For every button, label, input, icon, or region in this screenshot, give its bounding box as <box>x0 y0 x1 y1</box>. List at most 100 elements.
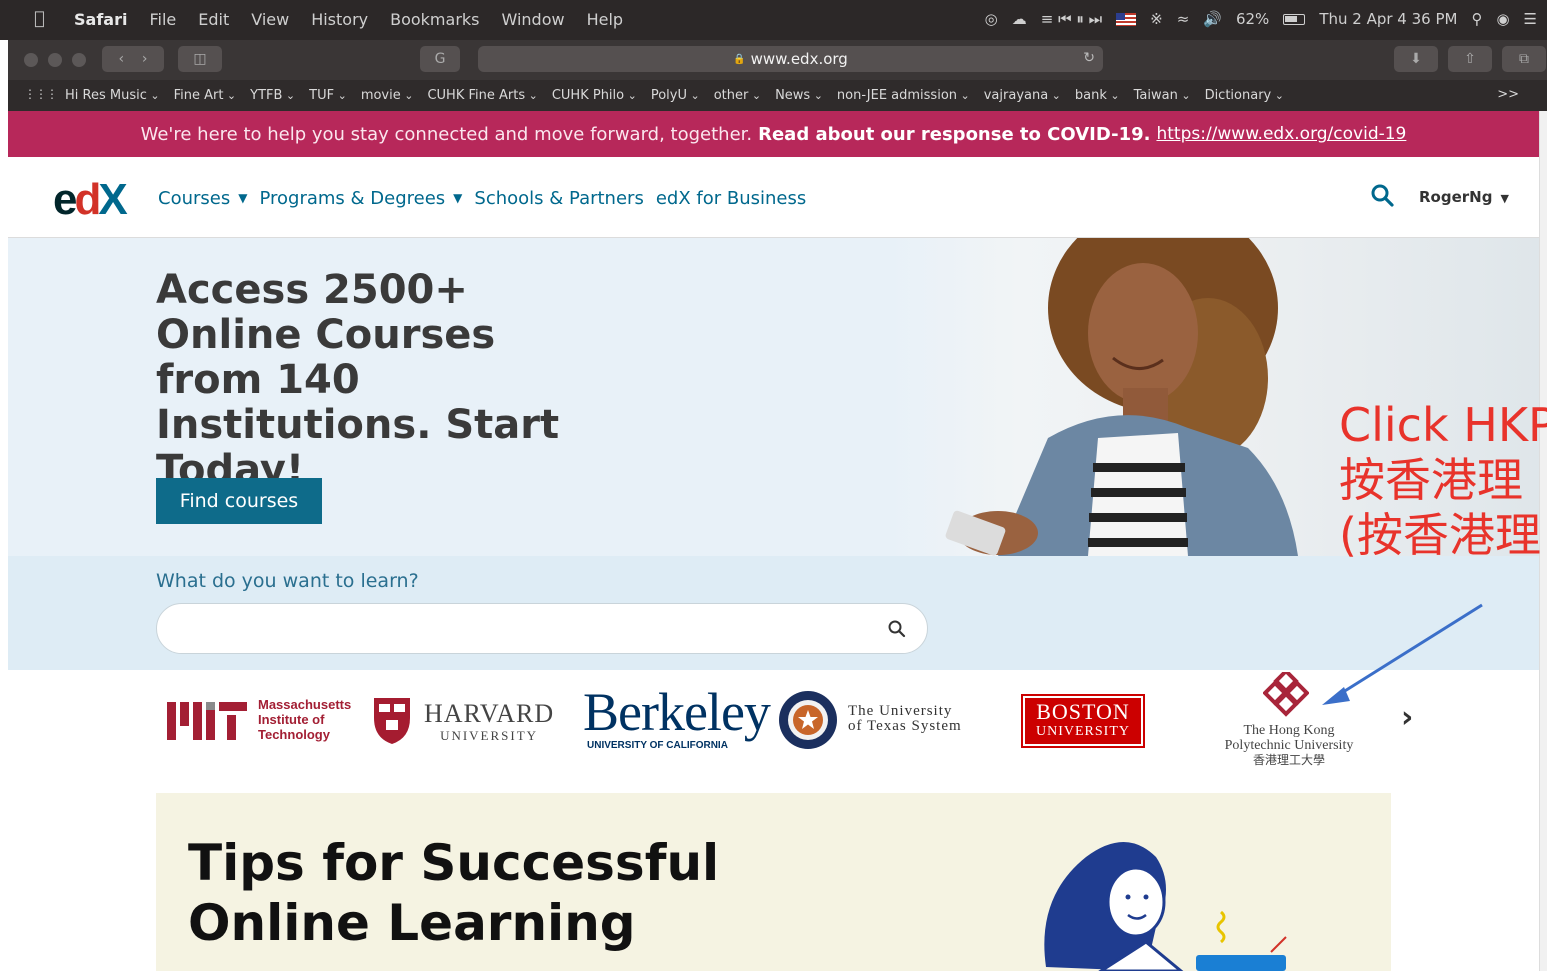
main-nav: Courses ▼ Programs & Degrees ▼ Schools & P… <box>158 188 806 209</box>
window-zoom-button[interactable] <box>72 53 86 67</box>
annotation-arrow-icon <box>1322 603 1483 705</box>
berkeley-logo[interactable]: Berkeley UNIVERSITY OF CALIFORNIA <box>583 682 771 751</box>
annotation-line1: Click HKP <box>1339 398 1547 452</box>
media-controls-icon[interactable]: ≡ ⏮ ⏸ ⏭ <box>1041 10 1102 28</box>
menu-file[interactable]: File <box>149 10 176 29</box>
grammarly-extension-icon[interactable]: G <box>420 46 460 72</box>
show-favorites-grid-icon[interactable]: ⋮⋮⋮ <box>24 87 58 101</box>
url-text[interactable]: www.edx.org <box>751 50 848 68</box>
favorite-folder[interactable]: Fine Art <box>174 88 237 103</box>
menu-window[interactable]: Window <box>502 10 565 29</box>
bu-sub: UNIVERSITY <box>1036 724 1130 739</box>
favorite-folder[interactable]: Taiwan <box>1134 88 1191 103</box>
user-menu[interactable]: RogerNg ▼ <box>1419 188 1509 206</box>
hkpu-chinese-name: 香港理工大學 <box>1252 753 1325 767</box>
search-icon[interactable] <box>1370 183 1394 207</box>
apple-menu-icon[interactable]:  <box>34 8 45 29</box>
covid-banner-link[interactable]: https://www.edx.org/covid-19 <box>1156 124 1406 144</box>
clock[interactable]: Thu 2 Apr 4 36 PM <box>1319 10 1457 28</box>
menu-bookmarks[interactable]: Bookmarks <box>390 10 479 29</box>
status-app-icon[interactable]: ◎ <box>985 10 998 28</box>
nav-programs[interactable]: Programs & Degrees ▼ <box>259 188 462 209</box>
app-menus: Safari File Edit View History Bookmarks … <box>74 10 623 29</box>
downloads-icon[interactable]: ⬇ <box>1394 46 1438 72</box>
favorite-folder[interactable]: Dictionary <box>1205 88 1284 103</box>
back-forward-buttons[interactable]: ‹ › <box>102 46 164 72</box>
battery-percent[interactable]: 62% <box>1236 10 1269 28</box>
ut-system-seal-icon[interactable] <box>778 690 838 750</box>
ut-system-logo-text[interactable]: The University of Texas System <box>848 704 962 734</box>
find-courses-button[interactable]: Find courses <box>156 478 322 524</box>
reload-icon[interactable]: ↻ <box>1083 50 1095 66</box>
hkpu-line2: Polytechnic University <box>1224 738 1354 753</box>
cloud-icon[interactable]: ☁ <box>1012 10 1027 28</box>
nav-schools-partners[interactable]: Schools & Partners <box>474 188 643 209</box>
berkeley-name: Berkeley <box>583 682 771 742</box>
favorite-folder[interactable]: Hi Res Music <box>65 88 160 103</box>
woman-with-laptop-illustration <box>1044 842 1287 971</box>
input-source-flag-icon[interactable] <box>1116 12 1137 26</box>
site-header: edX Courses ▼ Programs & Degrees ▼ Schools… <box>8 157 1539 238</box>
favorites-overflow-button[interactable]: >> <box>1497 87 1519 102</box>
username: RogerNg <box>1419 188 1493 206</box>
harvard-sub: UNIVERSITY <box>440 728 539 743</box>
favorite-folder[interactable]: YTFB <box>250 88 295 103</box>
edx-logo[interactable]: edX <box>53 175 128 225</box>
harvard-shield-icon[interactable] <box>372 696 412 746</box>
search-label: What do you want to learn? <box>156 570 419 592</box>
wifi-icon[interactable]: ≈ <box>1177 10 1190 28</box>
menu-app-name[interactable]: Safari <box>74 10 127 29</box>
hkpu-line1: The Hong Kong <box>1243 723 1335 738</box>
back-icon[interactable]: ‹ <box>118 51 124 67</box>
favorite-folder[interactable]: TUF <box>309 88 347 103</box>
menu-history[interactable]: History <box>311 10 368 29</box>
favorites-list: Hi Res Music Fine Art YTFB TUF movie CUH… <box>65 88 1284 103</box>
covid-banner-bold: Read about our response to COVID-19. <box>758 123 1151 145</box>
caret-down-icon: ▼ <box>238 191 248 205</box>
menu-edit[interactable]: Edit <box>198 10 229 29</box>
notification-center-icon[interactable]: ☰ <box>1524 10 1537 28</box>
sidebar-toggle-icon[interactable]: ◫ <box>178 46 222 72</box>
search-submit-icon[interactable] <box>887 619 907 639</box>
battery-icon[interactable] <box>1283 13 1306 25</box>
status-area: ◎ ☁ ≡ ⏮ ⏸ ⏭ ※ ≈ 🔊 62% Thu 2 Apr 4 36 PM … <box>985 10 1537 28</box>
lock-icon: 🔒 <box>733 53 746 65</box>
mit-logo-bars[interactable] <box>167 702 247 740</box>
favorite-folder[interactable]: vajrayana <box>984 88 1061 103</box>
nav-courses-label: Courses <box>158 188 231 209</box>
berkeley-sub: UNIVERSITY OF CALIFORNIA <box>587 740 728 751</box>
favorite-folder[interactable]: CUHK Fine Arts <box>427 88 537 103</box>
forward-icon[interactable]: › <box>142 51 148 67</box>
hero-section: Access 2500+ Online Courses from 140 Ins… <box>8 238 1539 556</box>
tips-card: Tips for Successful Online Learning <box>156 793 1391 971</box>
volume-icon[interactable]: 🔊 <box>1203 10 1222 28</box>
siri-icon[interactable]: ◉ <box>1496 10 1509 28</box>
nav-courses[interactable]: Courses ▼ <box>158 188 247 209</box>
favorite-folder[interactable]: PolyU <box>651 88 700 103</box>
share-icon[interactable]: ⇧ <box>1448 46 1492 72</box>
menu-help[interactable]: Help <box>587 10 623 29</box>
favorite-folder[interactable]: movie <box>361 88 414 103</box>
covid-banner: We're here to help you stay connected an… <box>8 111 1539 157</box>
tabs-overview-icon[interactable]: ⧉ <box>1502 46 1546 72</box>
spotlight-icon[interactable]: ⚲ <box>1471 10 1482 28</box>
favorite-folder[interactable]: other <box>714 88 761 103</box>
favorite-folder[interactable]: News <box>775 88 823 103</box>
harvard-logo-text[interactable]: HARVARD UNIVERSITY <box>424 700 554 744</box>
window-close-button[interactable] <box>24 53 38 67</box>
favorite-folder[interactable]: CUHK Philo <box>552 88 637 103</box>
nav-programs-label: Programs & Degrees <box>259 188 446 209</box>
favorite-folder[interactable]: non-JEE admission <box>837 88 970 103</box>
address-bar[interactable]: 🔒 www.edx.org ↻ <box>478 46 1103 72</box>
menu-view[interactable]: View <box>251 10 289 29</box>
course-search-input[interactable] <box>156 603 928 654</box>
hkpu-logo-text[interactable]: The Hong Kong Polytechnic University 香港理… <box>1184 723 1394 768</box>
window-minimize-button[interactable] <box>48 53 62 67</box>
boston-university-logo[interactable]: BOSTON UNIVERSITY <box>1021 694 1145 748</box>
favorite-folder[interactable]: bank <box>1075 88 1120 103</box>
bluetooth-icon[interactable]: ※ <box>1150 10 1163 28</box>
harvard-name: HARVARD <box>424 699 555 728</box>
mit-logo-text[interactable]: Massachusetts Institute of Technology <box>258 697 351 742</box>
safari-toolbar: ‹ › ◫ G 🔒 www.edx.org ↻ ⬇ ⇧ ⧉ <box>8 40 1547 80</box>
nav-edx-for-business[interactable]: edX for Business <box>656 188 806 209</box>
